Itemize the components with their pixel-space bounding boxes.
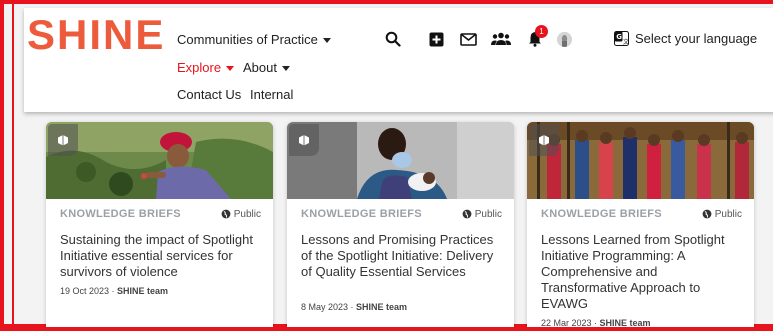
globe-icon [702,209,712,219]
card-meta: KNOWLEDGE BRIEFS Public [541,208,742,220]
site-header: SHINE Communities of Practice Explore Ab… [24,8,773,112]
svg-text:文: 文 [623,38,629,46]
resource-card[interactable]: KNOWLEDGE BRIEFS Public Lessons Learned … [527,122,754,328]
visibility-badge: Public [702,209,742,220]
nav-explore-label: Explore [177,60,222,75]
card-date: 22 Mar 2023 [541,318,592,328]
language-selector[interactable]: G文 Select your language [614,31,757,46]
site-logo[interactable]: SHINE [27,14,165,56]
chevron-down-icon [322,38,331,44]
globe-icon [462,209,472,219]
svg-text:G: G [616,33,622,41]
avatar[interactable] [557,32,572,47]
chevron-down-icon [281,66,290,72]
resource-card[interactable]: KNOWLEDGE BRIEFS Public Lessons and Prom… [287,122,514,327]
notification-badge: 1 [535,25,548,38]
card-type: KNOWLEDGE BRIEFS [301,208,422,220]
card-title[interactable]: Lessons and Promising Practices of the S… [301,232,504,280]
card-author: SHINE team [356,302,408,312]
visibility-label: Public [474,208,502,220]
card-type: KNOWLEDGE BRIEFS [541,208,662,220]
visibility-label: Public [714,208,742,220]
card-meta: KNOWLEDGE BRIEFS Public [301,208,502,220]
card-author: SHINE team [599,318,651,328]
card-byline: 22 Mar 2023 · SHINE team [541,318,651,328]
card-byline: 8 May 2023 · SHINE team [301,302,408,312]
nav-about-label: About [243,60,277,75]
notifications-button[interactable]: 1 [526,25,548,48]
card-image [287,122,514,199]
visibility-badge: Public [221,209,261,220]
page-frame: SHINE Communities of Practice Explore Ab… [0,0,773,331]
card-title[interactable]: Sustaining the impact of Spotlight Initi… [60,232,263,280]
visibility-label: Public [233,208,261,220]
search-icon[interactable] [384,30,402,48]
people-icon[interactable] [491,30,511,48]
knowledge-brief-icon [289,124,319,156]
mail-icon[interactable] [459,30,477,48]
language-label: Select your language [635,31,758,46]
translate-icon: G文 [614,31,629,46]
visibility-badge: Public [462,209,502,220]
chevron-down-icon [226,66,235,72]
nav-communities-label: Communities of Practice [177,32,318,47]
nav-internal[interactable]: Internal [250,87,293,102]
nav-explore[interactable]: Explore [177,60,235,75]
nav-communities[interactable]: Communities of Practice [177,32,331,47]
card-byline: 19 Oct 2023 · SHINE team [60,286,169,296]
card-image [527,122,754,199]
card-author: SHINE team [117,286,169,296]
card-type: KNOWLEDGE BRIEFS [60,208,181,220]
knowledge-brief-icon [529,124,559,156]
resource-card[interactable]: KNOWLEDGE BRIEFS Public Sustaining the i… [46,122,273,327]
card-date: 19 Oct 2023 [60,286,110,296]
add-box-icon[interactable] [427,30,445,48]
nav-contact[interactable]: Contact Us [177,87,241,102]
card-meta: KNOWLEDGE BRIEFS Public [60,208,261,220]
card-date: 8 May 2023 [301,302,349,312]
knowledge-brief-icon [48,124,78,156]
globe-icon [221,209,231,219]
card-title[interactable]: Lessons Learned from Spotlight Initiativ… [541,232,744,312]
card-image [46,122,273,199]
nav-about[interactable]: About [243,60,290,75]
